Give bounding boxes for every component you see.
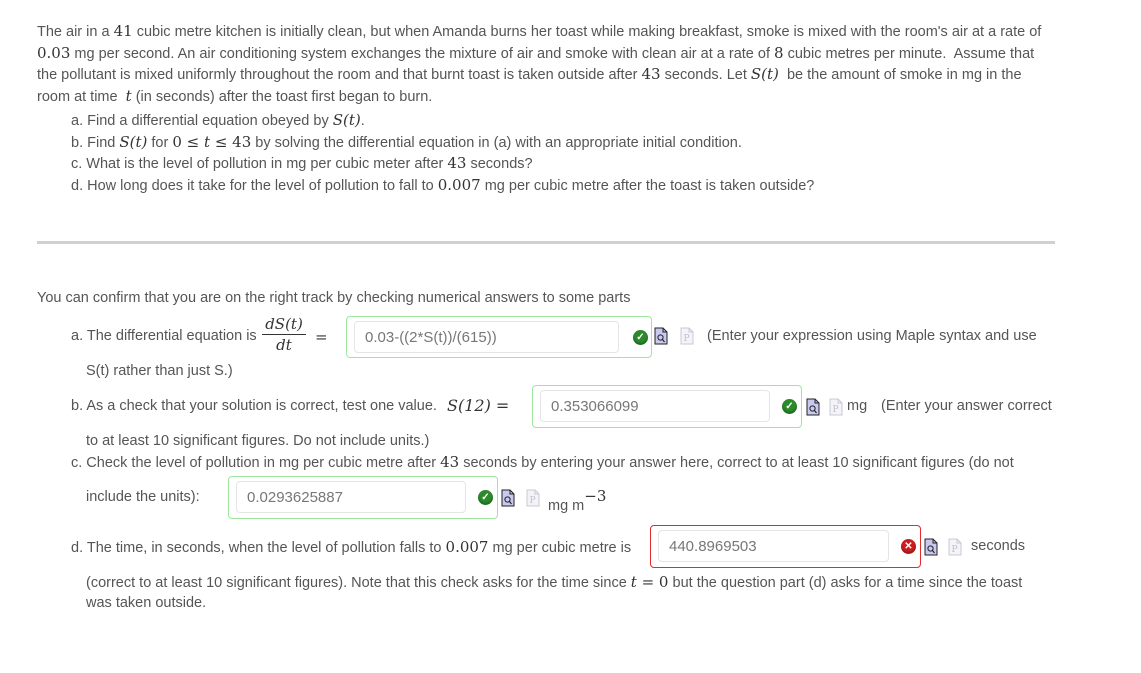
formula-help-icon[interactable]: P: [948, 538, 962, 556]
part-d-unit: seconds: [971, 538, 1026, 554]
math-number: 0.007: [437, 175, 481, 194]
math-number: 0 ≤: [172, 132, 205, 151]
incorrect-x-icon: ✕: [901, 539, 916, 554]
text-segment: c. What is the level of pollution in mg …: [71, 156, 448, 172]
formula-help-icon[interactable]: P: [526, 489, 540, 507]
correct-check-icon: ✓: [478, 490, 493, 505]
math-number: 43: [447, 154, 467, 172]
preview-answer-icon[interactable]: [806, 398, 820, 416]
text-segment: cubic metres per minute. Assume that: [783, 45, 1035, 62]
answer-a-input[interactable]: [354, 321, 619, 353]
text-segment: The air in a: [37, 24, 114, 40]
check-intro-text: You can confirm that you are on the righ…: [37, 290, 631, 306]
svg-text:P: P: [952, 545, 958, 555]
text-segment: be the amount of smoke in mg in the: [778, 67, 1022, 84]
part-d-label-text-end: mg per cubic metre is: [488, 540, 632, 556]
preview-answer-icon[interactable]: [654, 327, 668, 345]
math-number: 43: [641, 65, 661, 84]
intro-line: The air in a 41 cubic metre kitchen is i…: [37, 21, 1067, 43]
correct-check-icon: ✓: [782, 399, 797, 414]
part-line: a. Find a differential equation obeyed b…: [71, 110, 814, 132]
math-expression: S(t): [332, 111, 361, 129]
text-segment: .: [360, 113, 365, 129]
answer-b-field-wrapper: ✓: [532, 385, 802, 428]
answer-d-field-wrapper: ✕: [650, 525, 921, 568]
part-b-unit: mg: [847, 398, 868, 414]
svg-text:P: P: [684, 334, 690, 344]
text-segment: mg per cubic metre after the toast is ta…: [480, 177, 815, 194]
part-d-note: (correct to at least 10 significant figu…: [86, 573, 1022, 591]
part-c-label-continued: include the units):: [86, 489, 200, 505]
part-line: c. What is the level of pollution in mg …: [71, 153, 814, 175]
answer-d-input[interactable]: [658, 530, 889, 562]
text-segment: mg per second. An air conditioning syste…: [70, 45, 775, 62]
part-d-label-text: d. The time, in seconds, when the level …: [71, 540, 446, 556]
part-b-hint: (Enter your answer correct: [881, 398, 1052, 414]
part-c-unit: mg m−3: [548, 487, 607, 514]
part-c-unit-text: mg m: [548, 497, 585, 514]
text-segment: (in seconds) after the toast first began…: [131, 89, 433, 106]
correct-check-icon: ✓: [633, 330, 648, 345]
intro-line: 0.03 mg per second. An air conditioning …: [37, 43, 1067, 65]
derivative-fraction: dS(t) dt: [262, 315, 306, 354]
text-segment: the pollutant is mixed uniformly through…: [37, 67, 642, 84]
preview-answer-icon[interactable]: [501, 489, 515, 507]
text-segment: d. How long does it take for the level o…: [71, 177, 438, 194]
part-c-label-text-end: seconds by entering your answer here, co…: [459, 455, 1014, 471]
intro-line: room at time t (in seconds) after the to…: [37, 86, 1067, 108]
svg-text:P: P: [833, 405, 839, 415]
part-d-note-continued: was taken outside.: [86, 595, 207, 611]
part-c-label-number: 43: [440, 453, 460, 471]
text-segment: a. Find a differential equation obeyed b…: [71, 113, 333, 129]
math-number: 8: [774, 43, 784, 62]
problem-parts-list: a. Find a differential equation obeyed b…: [71, 110, 814, 196]
problem-statement: The air in a 41 cubic metre kitchen is i…: [37, 21, 1067, 108]
text-segment: b. Find: [71, 134, 120, 151]
math-expression: S(t): [750, 65, 779, 84]
formula-help-icon[interactable]: P: [829, 398, 843, 416]
text-segment: seconds. Let: [660, 67, 751, 84]
answer-a-field-wrapper: ✓: [346, 316, 652, 358]
fraction-denominator: dt: [276, 336, 292, 354]
part-a-hint-continued: S(t) rather than just S.): [86, 363, 233, 379]
part-d-note-text-end: but the question part (d) asks for a tim…: [668, 575, 1023, 591]
part-line: d. How long does it take for the level o…: [71, 175, 814, 197]
math-expression: S(t): [119, 132, 148, 151]
formula-help-icon[interactable]: P: [680, 327, 694, 345]
text-segment: for: [147, 134, 173, 151]
part-d-label: d. The time, in seconds, when the level …: [71, 538, 631, 556]
text-segment: seconds?: [466, 156, 533, 172]
part-d-note-equation: = 0: [636, 573, 669, 591]
part-d-note-text: (correct to at least 10 significant figu…: [86, 575, 631, 591]
fraction-numerator: dS(t): [262, 315, 306, 335]
math-number: 41: [113, 22, 133, 40]
part-c-unit-exponent: −3: [584, 487, 607, 505]
math-number: 0.03: [37, 43, 71, 62]
part-c-label: c. Check the level of pollution in mg pe…: [71, 453, 1014, 471]
math-number: ≤ 43: [210, 132, 252, 151]
part-b-label: b. As a check that your solution is corr…: [71, 398, 437, 414]
answer-b-input[interactable]: [540, 390, 770, 422]
intro-line: the pollutant is mixed uniformly through…: [37, 64, 1067, 86]
part-b-math: S(12) =: [447, 396, 510, 415]
answer-c-field-wrapper: ✓: [228, 476, 498, 519]
part-a-hint: (Enter your expression using Maple synta…: [707, 328, 1037, 344]
text-segment: by solving the differential equation in …: [251, 134, 742, 151]
text-segment: room at time: [37, 89, 126, 106]
text-segment: cubic metre kitchen is initially clean, …: [132, 24, 1042, 40]
equals-sign: =: [315, 328, 328, 346]
answer-c-input[interactable]: [236, 481, 466, 513]
part-line: b. Find S(t) for 0 ≤ t ≤ 43 by solving t…: [71, 132, 814, 154]
part-a-label: a. The differential equation is: [71, 328, 257, 344]
part-c-label-text: c. Check the level of pollution in mg pe…: [71, 455, 441, 471]
preview-answer-icon[interactable]: [924, 538, 938, 556]
svg-text:P: P: [530, 496, 536, 506]
part-d-label-number: 0.007: [445, 538, 489, 556]
section-divider: [37, 241, 1055, 244]
part-b-hint-continued: to at least 10 significant figures. Do n…: [86, 433, 430, 449]
